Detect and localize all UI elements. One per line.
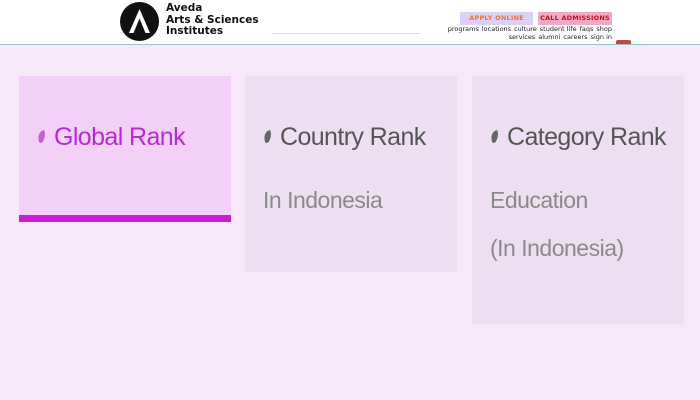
rank-bullet-icon <box>491 129 498 143</box>
nav-link-alumni[interactable]: alumni <box>538 33 560 41</box>
global-rank-label: Global Rank <box>54 123 186 151</box>
nav-row-2: services alumni careers sign in <box>410 33 612 42</box>
nav-link-faqs[interactable]: faqs <box>580 25 594 33</box>
category-rank-label: Category Rank <box>507 123 667 151</box>
nav-link-services[interactable]: services <box>509 33 536 41</box>
brand-line-1: Aveda <box>166 2 203 14</box>
nav-link-locations[interactable]: locations <box>482 25 511 33</box>
header-tab-marker <box>616 40 631 44</box>
global-rank-title: Global Rank <box>37 122 186 152</box>
nav-link-student-life[interactable]: student life <box>540 25 577 33</box>
global-rank-card[interactable]: Global Rank <box>19 76 231 216</box>
main-nav: programs locations culture student life faqs… <box>410 25 612 42</box>
site-header: Aveda Arts & Sciences Institutes APPLY O… <box>0 0 700 45</box>
header-divider <box>272 33 420 34</box>
brand-name[interactable]: Aveda Arts & Sciences Institutes <box>166 2 259 38</box>
nav-link-shop[interactable]: shop <box>596 25 612 33</box>
aveda-logo-icon[interactable] <box>120 2 159 41</box>
country-rank-subtitle: In Indonesia <box>263 187 383 213</box>
apply-online-button[interactable]: APPLY ONLINE <box>460 12 533 25</box>
category-rank-subtitle-category: Education <box>490 187 588 213</box>
country-rank-label: Country Rank <box>280 123 426 151</box>
global-rank-active-indicator <box>19 215 231 222</box>
category-rank-subtitle-region: (In Indonesia) <box>490 235 624 261</box>
nav-link-careers[interactable]: careers <box>563 33 587 41</box>
brand-line-3: Institutes <box>166 25 224 37</box>
nav-link-programs[interactable]: programs <box>448 25 479 33</box>
country-rank-title: Country Rank <box>263 122 426 152</box>
category-rank-card[interactable]: Category Rank Education (In Indonesia) <box>472 76 684 324</box>
call-admissions-button[interactable]: CALL ADMISSIONS <box>538 12 612 25</box>
country-rank-card[interactable]: Country Rank In Indonesia <box>245 76 457 272</box>
nav-link-sign-in[interactable]: sign in <box>591 33 612 41</box>
nav-link-culture[interactable]: culture <box>514 25 537 33</box>
rank-bullet-icon <box>38 129 45 143</box>
rank-bullet-icon <box>264 129 271 143</box>
category-rank-title: Category Rank <box>490 122 667 152</box>
